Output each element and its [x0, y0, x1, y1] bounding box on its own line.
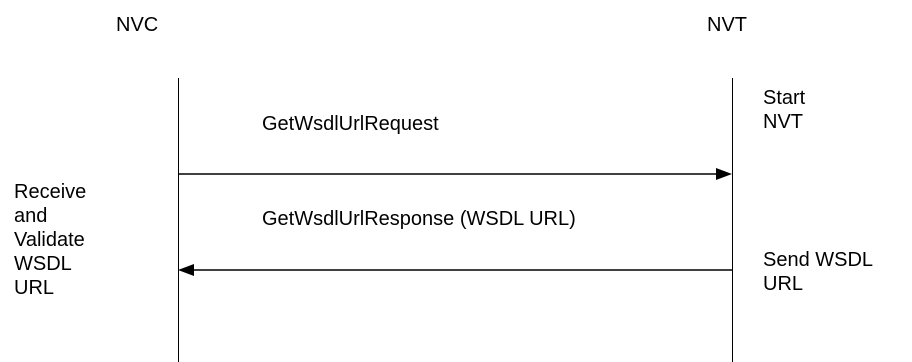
receive-validate-note-line: Receive — [14, 181, 87, 203]
start-nvt-note-line: Start — [763, 87, 806, 109]
request-message-label: GetWsdlUrlRequest — [262, 113, 439, 135]
response-arrow — [178, 264, 732, 276]
receive-validate-note-line: Validate — [14, 229, 85, 251]
request-arrow — [178, 168, 732, 180]
start-nvt-note-line: NVT — [763, 111, 803, 133]
receive-validate-note: Receive and Validate WSDL URL — [14, 180, 86, 300]
send-wsdl-url-note-line: URL — [763, 273, 804, 295]
message-arrows — [178, 168, 732, 276]
response-message-label: GetWsdlUrlResponse (WSDL URL) — [262, 208, 576, 230]
send-wsdl-url-note-line: Send WSDL — [763, 249, 874, 271]
send-wsdl-url-note: Send WSDL URL — [763, 248, 873, 296]
receive-validate-note-line: and — [14, 205, 48, 227]
start-nvt-note: Start NVT — [763, 86, 805, 134]
receive-validate-note-line: URL — [14, 277, 55, 299]
receive-validate-note-line: WSDL — [14, 253, 72, 275]
